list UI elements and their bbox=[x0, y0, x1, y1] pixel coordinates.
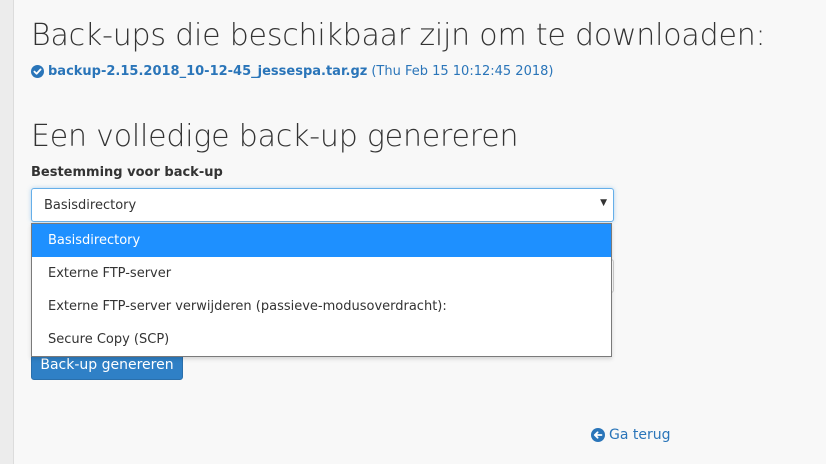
generate-backup-heading: Een volledige back-up genereren bbox=[31, 119, 519, 154]
destination-dropdown-list: Basisdirectory Externe FTP-server Extern… bbox=[31, 223, 612, 357]
destination-label: Bestemming voor back-up bbox=[31, 165, 223, 180]
destination-option-home-directory[interactable]: Basisdirectory bbox=[32, 224, 611, 257]
main-content: Back-ups die beschikbaar zijn om te down… bbox=[31, 0, 826, 464]
destination-select[interactable]: Basisdirectory ▼ bbox=[31, 188, 614, 222]
go-back-link[interactable]: Ga terug bbox=[591, 427, 671, 443]
left-sidebar-edge bbox=[0, 0, 14, 464]
destination-select-value: Basisdirectory bbox=[44, 197, 137, 213]
go-back-label: Ga terug bbox=[609, 427, 671, 443]
available-backups-heading: Back-ups die beschikbaar zijn om te down… bbox=[31, 18, 766, 53]
check-circle-icon bbox=[31, 65, 44, 78]
backup-entry: backup-2.15.2018_10-12-45_jessespa.tar.g… bbox=[31, 64, 553, 79]
backup-date: (Thu Feb 15 10:12:45 2018) bbox=[371, 64, 554, 79]
arrow-circle-left-icon bbox=[591, 428, 605, 442]
caret-down-icon: ▼ bbox=[600, 198, 607, 208]
destination-option-scp[interactable]: Secure Copy (SCP) bbox=[32, 323, 611, 356]
destination-option-passive-ftp[interactable]: Externe FTP-server verwijderen (passieve… bbox=[32, 290, 611, 323]
destination-option-ftp[interactable]: Externe FTP-server bbox=[32, 257, 611, 290]
backup-download-link[interactable]: backup-2.15.2018_10-12-45_jessespa.tar.g… bbox=[48, 64, 367, 79]
